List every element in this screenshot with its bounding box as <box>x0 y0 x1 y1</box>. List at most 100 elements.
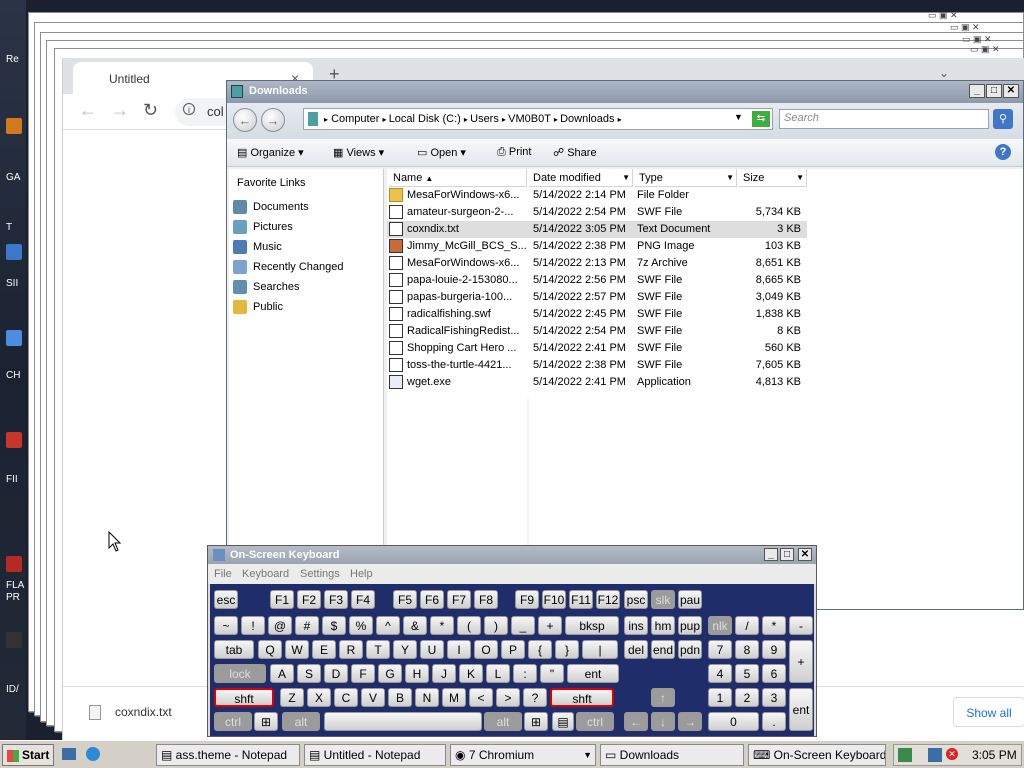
favorite-recently-changed[interactable]: Recently Changed <box>233 257 344 277</box>
key-m[interactable]: M <box>442 688 466 707</box>
key-[interactable]: / <box>735 616 759 635</box>
key-[interactable]: } <box>555 640 579 659</box>
column-header-date[interactable]: Date modified ▼ <box>529 169 633 187</box>
key-f[interactable]: F <box>351 664 375 683</box>
menu-file[interactable]: File <box>214 568 232 580</box>
breadcrumb-item[interactable]: Users <box>470 113 499 125</box>
clock[interactable]: 3:05 PM <box>972 745 1017 765</box>
refresh-icon[interactable]: ⇆ <box>752 111 770 127</box>
back-arrow-icon[interactable]: ← <box>79 100 97 121</box>
key-h[interactable]: H <box>405 664 429 683</box>
forward-arrow-icon[interactable]: → <box>111 100 129 121</box>
key-j[interactable]: J <box>432 664 456 683</box>
desktop-app-icon[interactable] <box>6 330 22 346</box>
windows-key-icon[interactable]: ⊞ <box>524 712 548 731</box>
search-icon[interactable]: ⚲ <box>993 109 1013 129</box>
file-row[interactable]: papas-burgeria-100... 5/14/2022 2:57 PM SW… <box>387 289 807 306</box>
key-[interactable]: - <box>789 616 813 635</box>
key-8[interactable]: 8 <box>735 640 759 659</box>
key-[interactable]: & <box>403 616 427 635</box>
key-u[interactable]: U <box>420 640 444 659</box>
desktop-app-icon[interactable] <box>6 432 22 448</box>
key-[interactable]: ^ <box>376 616 400 635</box>
desktop-app-icon[interactable] <box>6 118 22 134</box>
key-k[interactable]: K <box>459 664 483 683</box>
key-f5[interactable]: F5 <box>393 590 417 609</box>
favorite-searches[interactable]: Searches <box>233 277 299 297</box>
key-[interactable]: " <box>540 664 564 683</box>
taskbar-button-notepad-untitled[interactable]: ▤ Untitled - Notepad <box>304 744 446 766</box>
key-b[interactable]: B <box>388 688 412 707</box>
reload-icon[interactable]: ↻ <box>143 100 158 121</box>
key-d[interactable]: D <box>324 664 348 683</box>
key-f7[interactable]: F7 <box>447 590 471 609</box>
key-f12[interactable]: F12 <box>596 590 620 609</box>
chevron-down-icon[interactable]: ▼ <box>734 112 743 122</box>
file-row[interactable]: Shopping Cart Hero ... 5/14/2022 2:41 PM S… <box>387 340 807 357</box>
desktop-app-icon[interactable] <box>6 244 22 260</box>
key-[interactable]: % <box>349 616 373 635</box>
space-bar[interactable] <box>324 712 482 731</box>
help-icon[interactable]: ? <box>995 144 1011 160</box>
key-bksp[interactable]: bksp <box>565 616 619 635</box>
download-item[interactable]: coxndix.txt <box>115 705 172 719</box>
key-[interactable]: $ <box>322 616 346 635</box>
key-c[interactable]: C <box>334 688 358 707</box>
window-controls[interactable]: ▭ ▣ ✕ <box>970 44 1000 55</box>
key-l[interactable]: L <box>486 664 510 683</box>
key-[interactable]: > <box>496 688 520 707</box>
key-[interactable]: ↓ <box>651 712 675 731</box>
key-[interactable]: ? <box>523 688 547 707</box>
key-pdn[interactable]: pdn <box>678 640 702 659</box>
start-button[interactable]: Start <box>2 744 54 766</box>
maximize-button[interactable]: □ <box>780 548 794 561</box>
key-f2[interactable]: F2 <box>297 590 321 609</box>
breadcrumb-item[interactable]: Downloads <box>560 113 614 125</box>
key-3[interactable]: 3 <box>762 688 786 707</box>
forward-button[interactable]: → <box>261 108 285 132</box>
key-pup[interactable]: pup <box>678 616 702 635</box>
key-9[interactable]: 9 <box>762 640 786 659</box>
window-controls[interactable]: ▭ ▣ ✕ <box>950 22 980 33</box>
favorite-public[interactable]: Public <box>233 297 283 317</box>
menu-keyboard[interactable]: Keyboard <box>242 568 289 580</box>
breadcrumb-item[interactable]: VM0B0T <box>508 113 551 125</box>
window-controls[interactable]: ▭ ▣ ✕ <box>928 10 958 21</box>
key-slk[interactable]: slk <box>651 590 675 609</box>
key-q[interactable]: Q <box>258 640 282 659</box>
key-[interactable]: + <box>538 616 562 635</box>
key-1[interactable]: 1 <box>708 688 732 707</box>
key-[interactable]: _ <box>511 616 535 635</box>
key-esc[interactable]: esc <box>214 590 238 609</box>
favorite-pictures[interactable]: Pictures <box>233 217 293 237</box>
key-0[interactable]: 0 <box>708 712 759 731</box>
file-row[interactable]: amateur-surgeon-2-... 5/14/2022 2:54 PM SW… <box>387 204 807 221</box>
key-psc[interactable]: psc <box>624 590 648 609</box>
favorite-music[interactable]: Music <box>233 237 282 257</box>
file-row[interactable]: wget.exe 5/14/2022 2:41 PM Application 4,81… <box>387 374 807 391</box>
key-[interactable]: ← <box>624 712 648 731</box>
close-button[interactable]: ✕ <box>798 548 812 561</box>
desktop-app-icon[interactable] <box>6 632 22 648</box>
breadcrumb[interactable]: ▸ Computer ▸ Local Disk (C:) ▸ Users ▸ V… <box>303 108 773 130</box>
windows-key-icon[interactable]: ⊞ <box>254 712 278 731</box>
key-tab[interactable]: tab <box>214 640 254 659</box>
key-shft[interactable]: shft <box>550 688 614 707</box>
key-f11[interactable]: F11 <box>569 590 593 609</box>
minimize-button[interactable]: _ <box>764 548 778 561</box>
key-f4[interactable]: F4 <box>351 590 375 609</box>
column-header-size[interactable]: Size ▼ <box>739 169 807 187</box>
key-r[interactable]: R <box>339 640 363 659</box>
key-ent[interactable]: ent <box>789 688 813 731</box>
menu-settings[interactable]: Settings <box>300 568 340 580</box>
key-f8[interactable]: F8 <box>474 590 498 609</box>
network-icon[interactable] <box>928 748 942 762</box>
tray-app-icon[interactable] <box>898 748 912 762</box>
key-4[interactable]: 4 <box>708 664 732 683</box>
key-[interactable]: # <box>295 616 319 635</box>
minimize-button[interactable]: _ <box>969 84 985 98</box>
taskbar-button-osk[interactable]: ⌨ On-Screen Keyboard <box>748 744 886 766</box>
key-g[interactable]: G <box>378 664 402 683</box>
key-[interactable]: { <box>528 640 552 659</box>
key-del[interactable]: del <box>624 640 648 659</box>
